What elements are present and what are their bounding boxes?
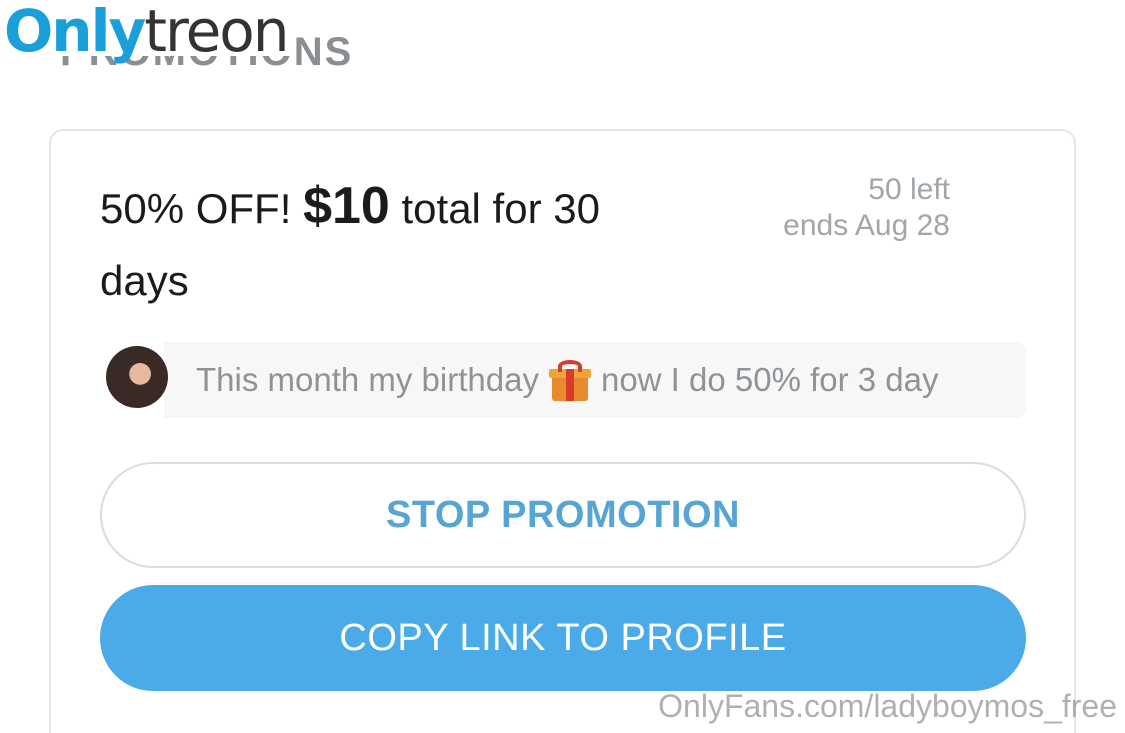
promotion-message: This month my birthday now I do 50% for … <box>104 340 1026 420</box>
promotion-remaining: 50 left <box>868 173 950 206</box>
gift-icon <box>548 359 591 401</box>
message-text-part1: This month my birthday <box>196 361 539 398</box>
promotion-title-prefix: 50% OFF! <box>100 185 304 232</box>
avatar[interactable] <box>106 346 168 408</box>
promotion-meta: 50 left ends Aug 28 <box>783 172 950 244</box>
message-bubble: This month my birthday now I do 50% for … <box>164 342 1026 418</box>
promotion-end-date: ends Aug 28 <box>783 209 950 242</box>
copy-link-button[interactable]: COPY LINK TO PROFILE <box>100 585 1026 691</box>
message-text-part2: now I do 50% for 3 day <box>600 361 939 398</box>
watermark-logo-treon: treon <box>144 0 289 65</box>
page: PROMOTIONS Onlytreon 50% OFF! $10 total … <box>0 0 1125 733</box>
promotion-price: $10 <box>303 177 390 235</box>
watermark-logo-only: Only <box>4 0 146 65</box>
watermark-logo: Onlytreon <box>4 0 290 66</box>
watermark-url: OnlyFans.com/ladyboymos_free <box>658 688 1117 724</box>
promotion-title: 50% OFF! $10 total for 30 days <box>100 170 700 317</box>
stop-promotion-button[interactable]: STOP PROMOTION <box>100 462 1026 568</box>
